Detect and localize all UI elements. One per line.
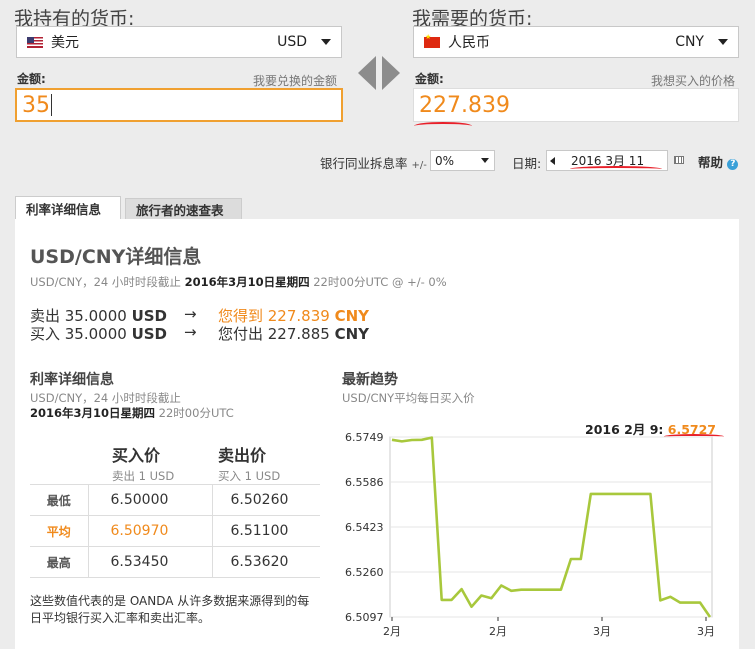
to-amount-input[interactable]: 227.839 [413, 88, 739, 122]
interbank-rate-select[interactable]: 0% [430, 150, 495, 171]
table-row: 最高 6.53450 6.53620 [30, 546, 320, 578]
trend-chart: 6.57496.55866.54236.52606.50972月 2月 3月 3月 [345, 431, 715, 638]
from-amount-input[interactable]: 35 [15, 88, 343, 122]
x-tick-label: 3月 [593, 625, 611, 638]
swap-arrows-icon [358, 56, 400, 90]
y-tick-label: 6.5423 [345, 521, 384, 534]
us-flag-icon [27, 36, 43, 48]
to-currency-name: 人民币 [448, 35, 490, 51]
help-link[interactable]: 帮助 ? [698, 152, 739, 171]
from-currency-name: 美元 [51, 35, 79, 51]
help-icon: ? [727, 159, 739, 170]
to-currency-code: CNY [675, 34, 704, 50]
to-amount-hint: 我想买入的价格 [651, 74, 736, 88]
trend-title: 最新趋势 [342, 372, 398, 388]
rates-subtitle: USD/CNY，24 小时时段截止 [30, 391, 181, 405]
trend-subtitle: USD/CNY平均每日买入价 [342, 391, 475, 405]
chevron-down-icon [321, 39, 331, 45]
page-title: USD/CNY详细信息 [30, 246, 202, 268]
calendar-icon[interactable] [674, 156, 684, 164]
from-amount-hint: 我要兑换的金额 [253, 74, 338, 88]
details-subtitle: USD/CNY，24 小时时段截止 2016年3月10日星期四 22时00分UT… [30, 275, 447, 289]
tab-rate-details[interactable]: 利率详细信息 [15, 196, 121, 219]
rates-date: 2016年3月10日星期四 22时00分UTC [30, 406, 234, 420]
to-currency-select[interactable]: 人民币 CNY [413, 26, 739, 58]
table-row: 最低 6.50000 6.50260 [30, 484, 320, 516]
col-buy-header: 买入价 卖出 1 USD [112, 446, 175, 483]
col-sell-header: 卖出价 买入 1 USD [218, 446, 281, 483]
x-tick-label: 3月 [697, 625, 715, 638]
rates-title: 利率详细信息 [30, 372, 114, 388]
y-tick-label: 6.5260 [345, 566, 384, 579]
date-label: 日期: [512, 156, 542, 171]
prev-date-icon[interactable] [550, 156, 555, 165]
buy-summary: 买入 35.0000 USD → 您付出 227.885 CNY [30, 323, 370, 343]
cn-flag-icon [424, 33, 440, 48]
swap-currencies-button[interactable] [358, 56, 400, 90]
table-row: 平均 6.50970 6.51100 [30, 515, 320, 547]
y-tick-label: 6.5586 [345, 476, 384, 489]
rates-table: 最低 6.50000 6.50260 平均 6.50970 6.51100 最高… [30, 484, 320, 578]
from-currency-code: USD [277, 34, 307, 50]
chevron-down-icon [481, 158, 489, 163]
x-tick-label: 2月 [489, 625, 507, 638]
chevron-down-icon [718, 39, 728, 45]
y-tick-label: 6.5749 [345, 431, 384, 444]
to-amount-label: 金额: [415, 72, 444, 86]
from-currency-select[interactable]: 美元 USD [16, 26, 342, 58]
y-tick-label: 6.5097 [345, 611, 384, 624]
x-tick-label: 2月 [383, 625, 401, 638]
tab-traveler-cheatsheet[interactable]: 旅行者的速查表 [125, 198, 242, 219]
from-amount-label: 金额: [17, 72, 46, 86]
rates-note: 这些数值代表的是 OANDA 从许多数据来源得到的每日平均银行买入汇率和卖出汇率… [30, 594, 310, 625]
interbank-rate-label: 银行同业拆息率 +/- [320, 156, 427, 171]
